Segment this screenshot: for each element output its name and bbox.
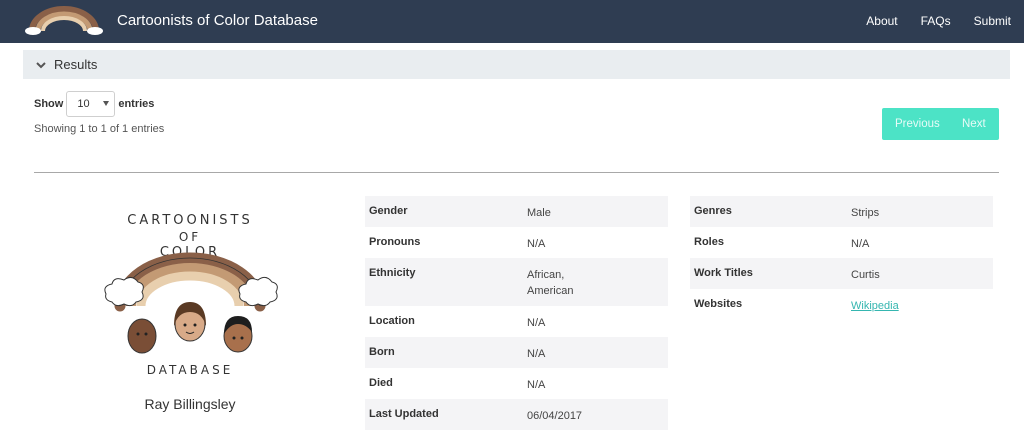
results-label: Results bbox=[54, 57, 98, 72]
artist-name: Ray Billingsley bbox=[144, 396, 236, 412]
top-navbar: Cartoonists of Color Database About FAQs… bbox=[0, 0, 1024, 43]
chevron-down-icon bbox=[36, 62, 46, 69]
detail-row-ethnicity: Ethnicity African, American bbox=[365, 258, 668, 306]
detail-row-genres: Genres Strips bbox=[690, 196, 993, 227]
detail-row-last-updated: Last Updated 06/04/2017 bbox=[365, 399, 668, 430]
detail-label: Websites bbox=[694, 298, 743, 310]
nav-submit-link[interactable]: Submit bbox=[974, 14, 1011, 28]
page-length-control: Show 10 entries bbox=[34, 91, 154, 117]
next-button[interactable]: Next bbox=[956, 108, 986, 140]
page-length-select[interactable]: 10 bbox=[66, 91, 116, 117]
results-panel-header[interactable]: Results bbox=[23, 50, 1010, 79]
detail-label: Genres bbox=[694, 205, 732, 217]
detail-label: Died bbox=[369, 377, 393, 389]
nav-faqs-link[interactable]: FAQs bbox=[921, 14, 951, 28]
detail-row-born: Born N/A bbox=[365, 337, 668, 368]
artist-details-left: Gender Male Pronouns N/A Ethnicity Afric… bbox=[365, 196, 668, 430]
table-info: Showing 1 to 1 of 1 entries bbox=[34, 123, 165, 135]
detail-label: Roles bbox=[694, 236, 724, 248]
detail-value: N/A bbox=[527, 379, 546, 391]
detail-value: N/A bbox=[527, 317, 546, 329]
detail-label: Work Titles bbox=[694, 267, 753, 279]
detail-row-roles: Roles N/A bbox=[690, 227, 993, 258]
logo-text-top: CARTOONISTS bbox=[127, 213, 252, 228]
site-title[interactable]: Cartoonists of Color Database bbox=[117, 12, 318, 29]
nav-about-link[interactable]: About bbox=[866, 14, 897, 28]
detail-value: Male bbox=[527, 207, 551, 219]
detail-row-websites: Websites Wikipedia bbox=[690, 289, 993, 320]
nav-links: About FAQs Submit bbox=[843, 14, 1011, 28]
detail-label: Born bbox=[369, 346, 395, 358]
divider bbox=[34, 172, 999, 173]
detail-row-died: Died N/A bbox=[365, 368, 668, 399]
detail-label: Gender bbox=[369, 205, 408, 217]
detail-row-location: Location N/A bbox=[365, 306, 668, 337]
caret-down-icon bbox=[103, 101, 110, 106]
detail-value: Curtis bbox=[851, 269, 880, 281]
detail-value: Strips bbox=[851, 207, 880, 219]
detail-row-work-titles: Work Titles Curtis bbox=[690, 258, 993, 289]
detail-value: 06/04/2017 bbox=[527, 410, 583, 422]
detail-value: N/A bbox=[527, 348, 546, 360]
previous-button[interactable]: Previous bbox=[882, 108, 956, 140]
wikipedia-link[interactable]: Wikipedia bbox=[851, 289, 899, 320]
artist-details-right: Genres Strips Roles N/A Work Titles Curt… bbox=[690, 196, 993, 320]
detail-row-pronouns: Pronouns N/A bbox=[365, 227, 668, 258]
database-logo-image: CARTOONISTS OF COLOR DATABASE bbox=[104, 213, 278, 377]
detail-value: African, American bbox=[527, 269, 574, 297]
detail-value: N/A bbox=[851, 238, 870, 250]
entries-label: entries bbox=[118, 98, 155, 110]
detail-label: Pronouns bbox=[369, 236, 421, 248]
detail-value: N/A bbox=[527, 238, 546, 250]
detail-label: Location bbox=[369, 315, 415, 327]
show-label: Show bbox=[34, 98, 64, 110]
page-length-value: 10 bbox=[77, 98, 90, 110]
logo-text-of: OF bbox=[179, 230, 201, 244]
rainbow-logo-icon[interactable] bbox=[24, 5, 104, 37]
detail-label: Last Updated bbox=[369, 408, 439, 420]
logo-text-bottom: DATABASE bbox=[147, 363, 234, 377]
detail-label: Ethnicity bbox=[369, 267, 416, 279]
detail-row-gender: Gender Male bbox=[365, 196, 668, 227]
pagination: Previous Next bbox=[882, 108, 999, 140]
